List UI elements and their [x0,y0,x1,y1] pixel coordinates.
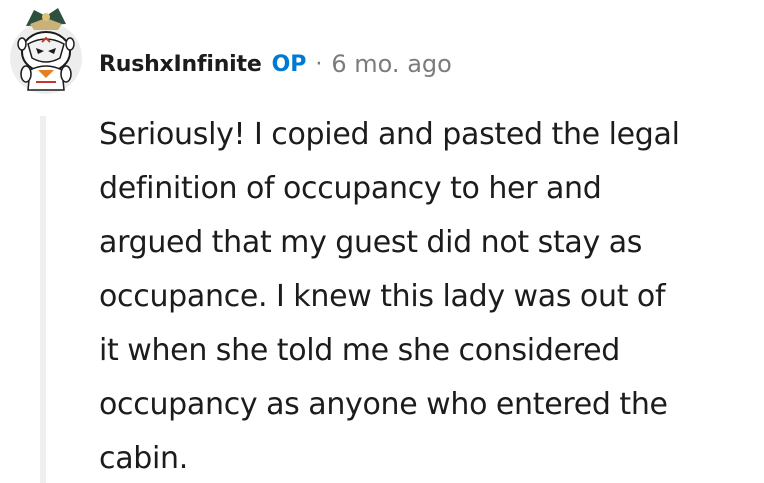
avatar[interactable] [8,4,84,96]
thread-collapse-line[interactable] [40,116,46,483]
comment-meta: RushxInfinite OP · 6 mo. ago [99,44,452,84]
comment-age[interactable]: 6 mo. ago [331,50,451,78]
comment-body-line: occupance. I knew this lady was out of [99,279,666,314]
op-badge: OP [271,51,307,77]
comment-body-line: Seriously! I copied and pasted the legal [99,117,680,152]
comment-body-line: occupancy as anyone who entered the [99,387,668,422]
comment-body-line: cabin. [99,441,189,476]
snoo-avatar-icon [10,8,82,94]
comment-body-line: argued that my guest did not stay as [99,225,643,260]
username-link[interactable]: RushxInfinite [99,52,262,77]
comment-body-line: it when she told me she considered [99,333,621,368]
comment-body: Seriously! I copied and pasted the legal… [99,108,759,483]
comment: RushxInfinite OP · 6 mo. ago Seriously! … [0,0,764,483]
meta-separator: · [315,51,323,77]
comment-body-line: definition of occupancy to her and [99,171,602,206]
